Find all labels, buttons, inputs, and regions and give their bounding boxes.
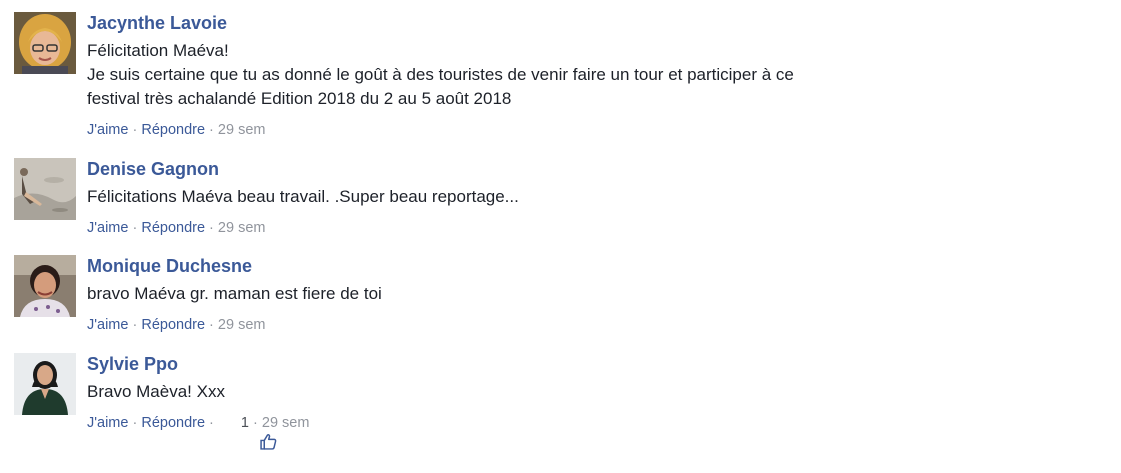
comment-timestamp[interactable]: 29 sem [218, 121, 266, 139]
separator: · [249, 415, 262, 431]
avatar-photo [14, 12, 76, 74]
comment-text: Félicitation Maéva! Je suis certaine que… [87, 41, 794, 108]
reply-link[interactable]: Répondre [141, 219, 205, 237]
reply-link[interactable]: Répondre [141, 121, 205, 139]
comment-text: bravo Maéva gr. maman est fiere de toi [87, 284, 382, 303]
like-link[interactable]: J'aime [87, 316, 128, 334]
like-link[interactable]: J'aime [87, 219, 128, 237]
separator: · [205, 415, 218, 431]
comment-author[interactable]: Monique Duchesne [87, 255, 252, 277]
avatar-photo [14, 353, 76, 415]
avatar-photo [14, 255, 76, 317]
avatar-photo [14, 158, 76, 220]
separator: · [128, 122, 142, 138]
comment-actions: J'aime · Répondre · 29 sem [87, 121, 1087, 139]
avatar[interactable] [14, 158, 76, 220]
comment-timestamp[interactable]: 29 sem [218, 316, 266, 334]
comment-author[interactable]: Denise Gagnon [87, 158, 219, 180]
avatar[interactable] [14, 255, 76, 317]
separator: · [128, 317, 142, 333]
like-link[interactable]: J'aime [87, 121, 128, 139]
comment-actions: J'aime · Répondre · 29 sem [87, 219, 1087, 237]
thumbs-up-icon [220, 415, 277, 450]
comment-body: Sylvie Ppo Bravo Maèva! Xxx J'aime · Rép… [87, 353, 1087, 450]
like-count[interactable]: 1 [218, 414, 277, 450]
comment-timestamp[interactable]: 29 sem [262, 414, 310, 432]
comment-actions: J'aime · Répondre · 29 sem [87, 316, 1087, 334]
comment-author[interactable]: Sylvie Ppo [87, 353, 178, 375]
like-link[interactable]: J'aime [87, 414, 128, 432]
separator: · [205, 122, 218, 138]
avatar[interactable] [14, 353, 76, 415]
separator: · [205, 317, 218, 333]
reply-link[interactable]: Répondre [141, 316, 205, 334]
separator: · [128, 415, 142, 431]
avatar[interactable] [14, 12, 76, 74]
comment-actions: J'aime · Répondre · 1 · 29 sem [87, 414, 1087, 450]
comment-author[interactable]: Jacynthe Lavoie [87, 12, 227, 34]
separator: · [128, 220, 142, 236]
reply-link[interactable]: Répondre [141, 414, 205, 432]
comment-body: Denise Gagnon Félicitations Maéva beau t… [87, 158, 1087, 237]
separator: · [205, 220, 218, 236]
like-count-number: 1 [240, 415, 249, 431]
comment-timestamp[interactable]: 29 sem [218, 219, 266, 237]
comment-text: Bravo Maèva! Xxx [87, 382, 225, 401]
comment-body: Monique Duchesne bravo Maéva gr. maman e… [87, 255, 1087, 334]
comment-body: Jacynthe Lavoie Félicitation Maéva! Je s… [87, 12, 1087, 139]
comment-text: Félicitations Maéva beau travail. .Super… [87, 187, 519, 206]
